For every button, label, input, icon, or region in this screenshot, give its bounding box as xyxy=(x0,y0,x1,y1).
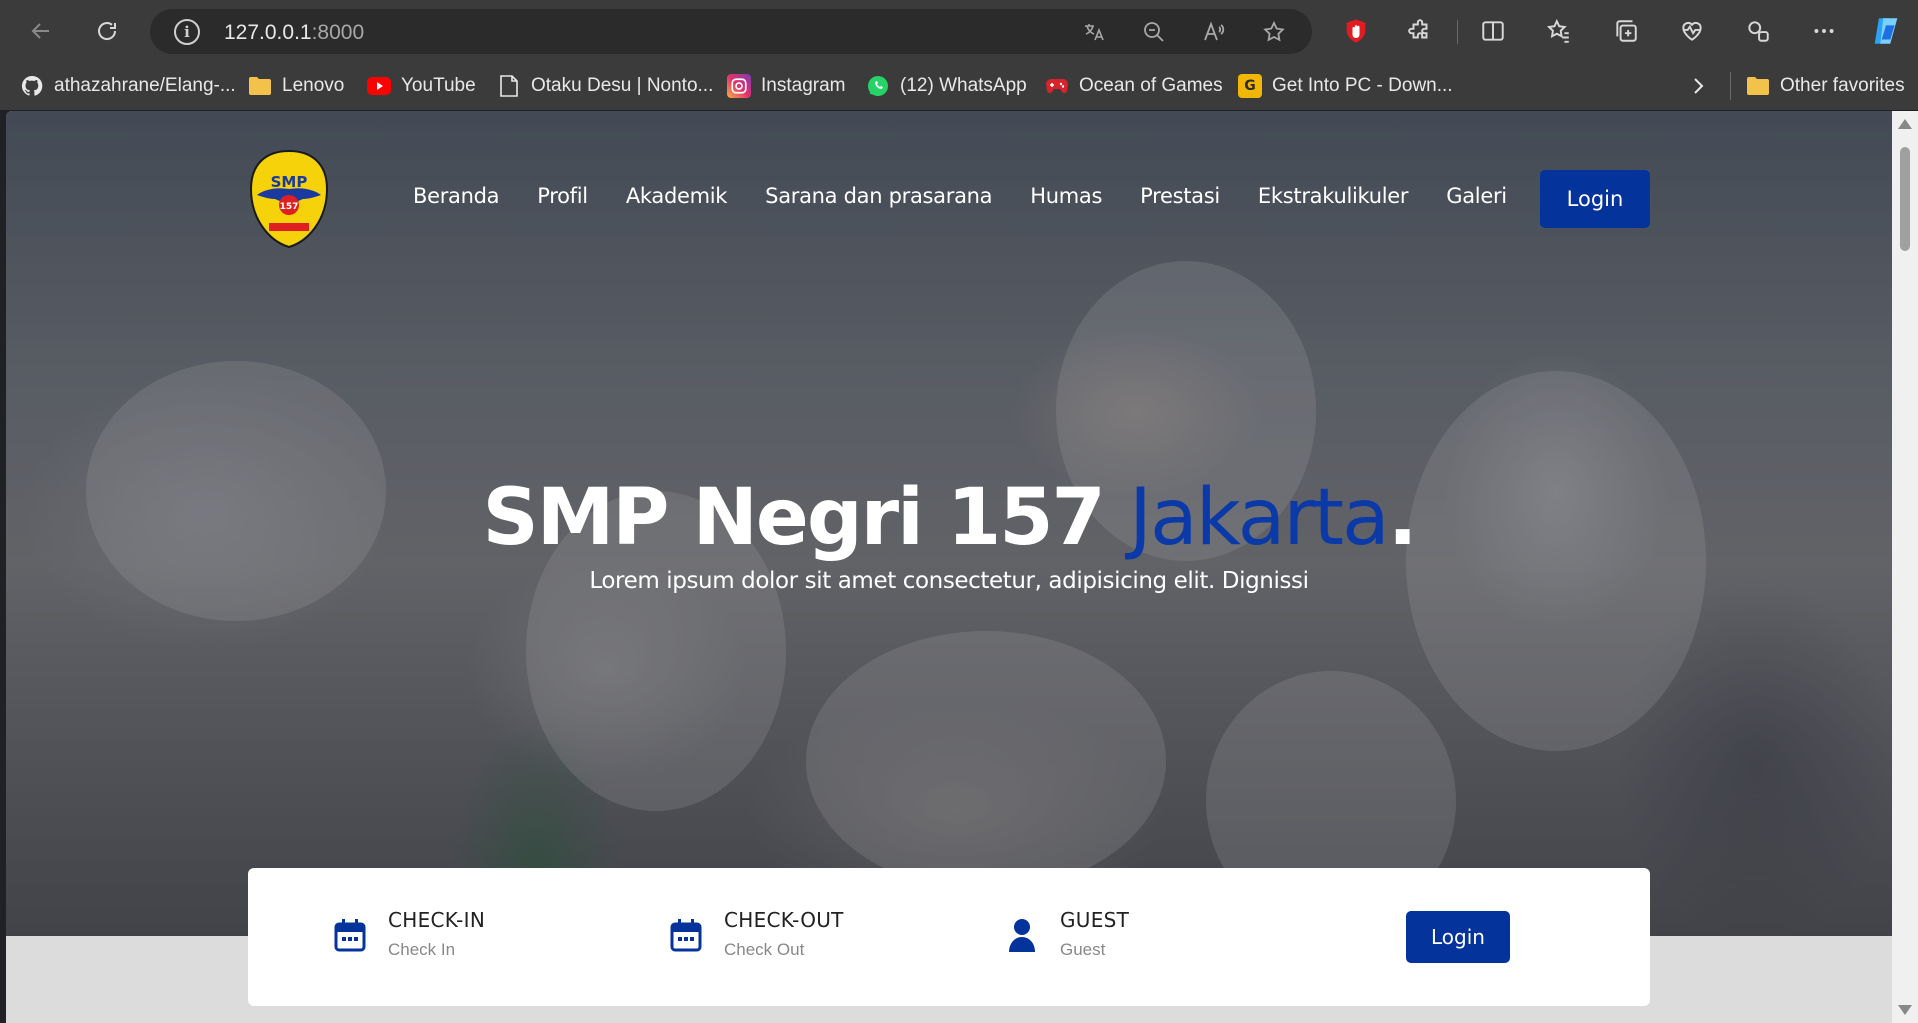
guest-value: Guest xyxy=(1060,940,1106,959)
nav-galeri[interactable]: Galeri xyxy=(1446,184,1507,208)
youtube-icon xyxy=(367,74,391,98)
nav-sarana-dan-prasarana[interactable]: Sarana dan prasarana xyxy=(765,184,992,208)
checkout-field[interactable]: CHECK-OUT Check Out xyxy=(670,908,844,960)
svg-text:157: 157 xyxy=(280,202,299,212)
school-logo[interactable]: SMP 157 xyxy=(247,149,331,249)
toolbar-divider xyxy=(1457,20,1458,44)
header-login-button[interactable]: Login xyxy=(1540,170,1650,228)
scroll-up-arrow-icon[interactable] xyxy=(1898,119,1912,129)
checkin-field[interactable]: CHECK-IN Check In xyxy=(334,908,485,960)
nav-akademik[interactable]: Akademik xyxy=(626,184,728,208)
bookmark-ocean-of-games[interactable]: Ocean of Games xyxy=(1045,72,1223,100)
collections-icon[interactable] xyxy=(1608,13,1644,49)
nav-prestasi[interactable]: Prestasi xyxy=(1140,184,1220,208)
zoom-out-icon[interactable] xyxy=(1140,18,1168,46)
calendar-icon xyxy=(334,919,366,952)
folder-icon xyxy=(1746,74,1770,98)
back-icon[interactable] xyxy=(24,14,58,48)
browser-essentials-icon[interactable] xyxy=(1674,13,1710,49)
whatsapp-icon xyxy=(866,74,890,98)
user-icon xyxy=(1009,919,1035,952)
favorites-icon[interactable] xyxy=(1541,13,1577,49)
bookmark-otakudesu[interactable]: Otaku Desu | Nonto... xyxy=(497,72,713,100)
split-screen-icon[interactable] xyxy=(1475,13,1511,49)
svg-text:SMP: SMP xyxy=(271,173,308,191)
scroll-down-arrow-icon[interactable] xyxy=(1898,1005,1912,1015)
bookmark-instagram[interactable]: Instagram xyxy=(727,72,845,100)
hero-section: SMP 157 Beranda Profil Akademik Sarana d… xyxy=(6,111,1892,936)
nav-profil[interactable]: Profil xyxy=(537,184,588,208)
adblock-extension-icon[interactable] xyxy=(1338,13,1374,49)
calendar-icon xyxy=(670,919,702,952)
browser-toolbar: i 127.0.0.1:8000 xyxy=(0,0,1918,62)
checkout-value: Check Out xyxy=(724,940,805,959)
page-scrollbar[interactable] xyxy=(1892,111,1918,1023)
bookmark-github[interactable]: athazahrane/Elang-... xyxy=(20,72,236,100)
nav-beranda[interactable]: Beranda xyxy=(413,184,500,208)
site-info-icon[interactable]: i xyxy=(174,19,200,45)
bookmark-youtube[interactable]: YouTube xyxy=(367,72,476,100)
checkin-title: CHECK-IN xyxy=(388,908,486,932)
bookmarks-overflow-chevron-icon[interactable] xyxy=(1690,72,1706,100)
page-viewport: SMP 157 Beranda Profil Akademik Sarana d… xyxy=(6,111,1892,1023)
nav-humas[interactable]: Humas xyxy=(1030,184,1102,208)
url-text[interactable]: 127.0.0.1:8000 xyxy=(224,21,364,45)
page-icon xyxy=(497,74,521,98)
getintopc-icon: G xyxy=(1238,74,1262,98)
guest-title: GUEST xyxy=(1060,908,1130,932)
scrollbar-thumb[interactable] xyxy=(1900,147,1910,251)
bookmark-other-favorites[interactable]: Other favorites xyxy=(1746,72,1905,100)
guest-field[interactable]: GUEST Guest xyxy=(1006,908,1129,960)
bookmarks-divider xyxy=(1730,72,1731,100)
bookmark-getintopc[interactable]: G Get Into PC - Down... xyxy=(1238,72,1453,100)
bookmark-lenovo[interactable]: Lenovo xyxy=(248,72,344,100)
more-options-icon[interactable] xyxy=(1806,13,1842,49)
instagram-icon xyxy=(727,74,751,98)
booking-login-button[interactable]: Login xyxy=(1406,911,1510,963)
gamepad-icon xyxy=(1045,74,1069,98)
refresh-icon[interactable] xyxy=(90,14,124,48)
checkout-title: CHECK-OUT xyxy=(724,908,844,932)
translate-icon[interactable] xyxy=(1080,18,1108,46)
performance-icon[interactable] xyxy=(1740,13,1776,49)
hero-title: SMP Negri 157 Jakarta. xyxy=(482,473,1418,563)
read-aloud-icon[interactable] xyxy=(1200,18,1228,46)
main-nav: Beranda Profil Akademik Sarana dan prasa… xyxy=(413,184,1545,208)
hero-subtitle: Lorem ipsum dolor sit amet consectetur, … xyxy=(589,568,1309,594)
folder-icon xyxy=(248,74,272,98)
favorite-star-icon[interactable] xyxy=(1260,18,1288,46)
booking-panel: CHECK-IN Check In CHECK-OUT Check Out GU… xyxy=(248,868,1650,1006)
nav-ekstrakulikuler[interactable]: Ekstrakulikuler xyxy=(1258,184,1409,208)
bookmarks-bar: athazahrane/Elang-... Lenovo YouTube Ota… xyxy=(0,62,1918,110)
checkin-value: Check In xyxy=(388,940,456,959)
address-bar[interactable]: i 127.0.0.1:8000 xyxy=(150,9,1312,54)
bookmark-whatsapp[interactable]: (12) WhatsApp xyxy=(866,72,1027,100)
copilot-icon[interactable] xyxy=(1868,13,1904,49)
extensions-icon[interactable] xyxy=(1402,13,1438,49)
github-icon xyxy=(20,74,44,98)
